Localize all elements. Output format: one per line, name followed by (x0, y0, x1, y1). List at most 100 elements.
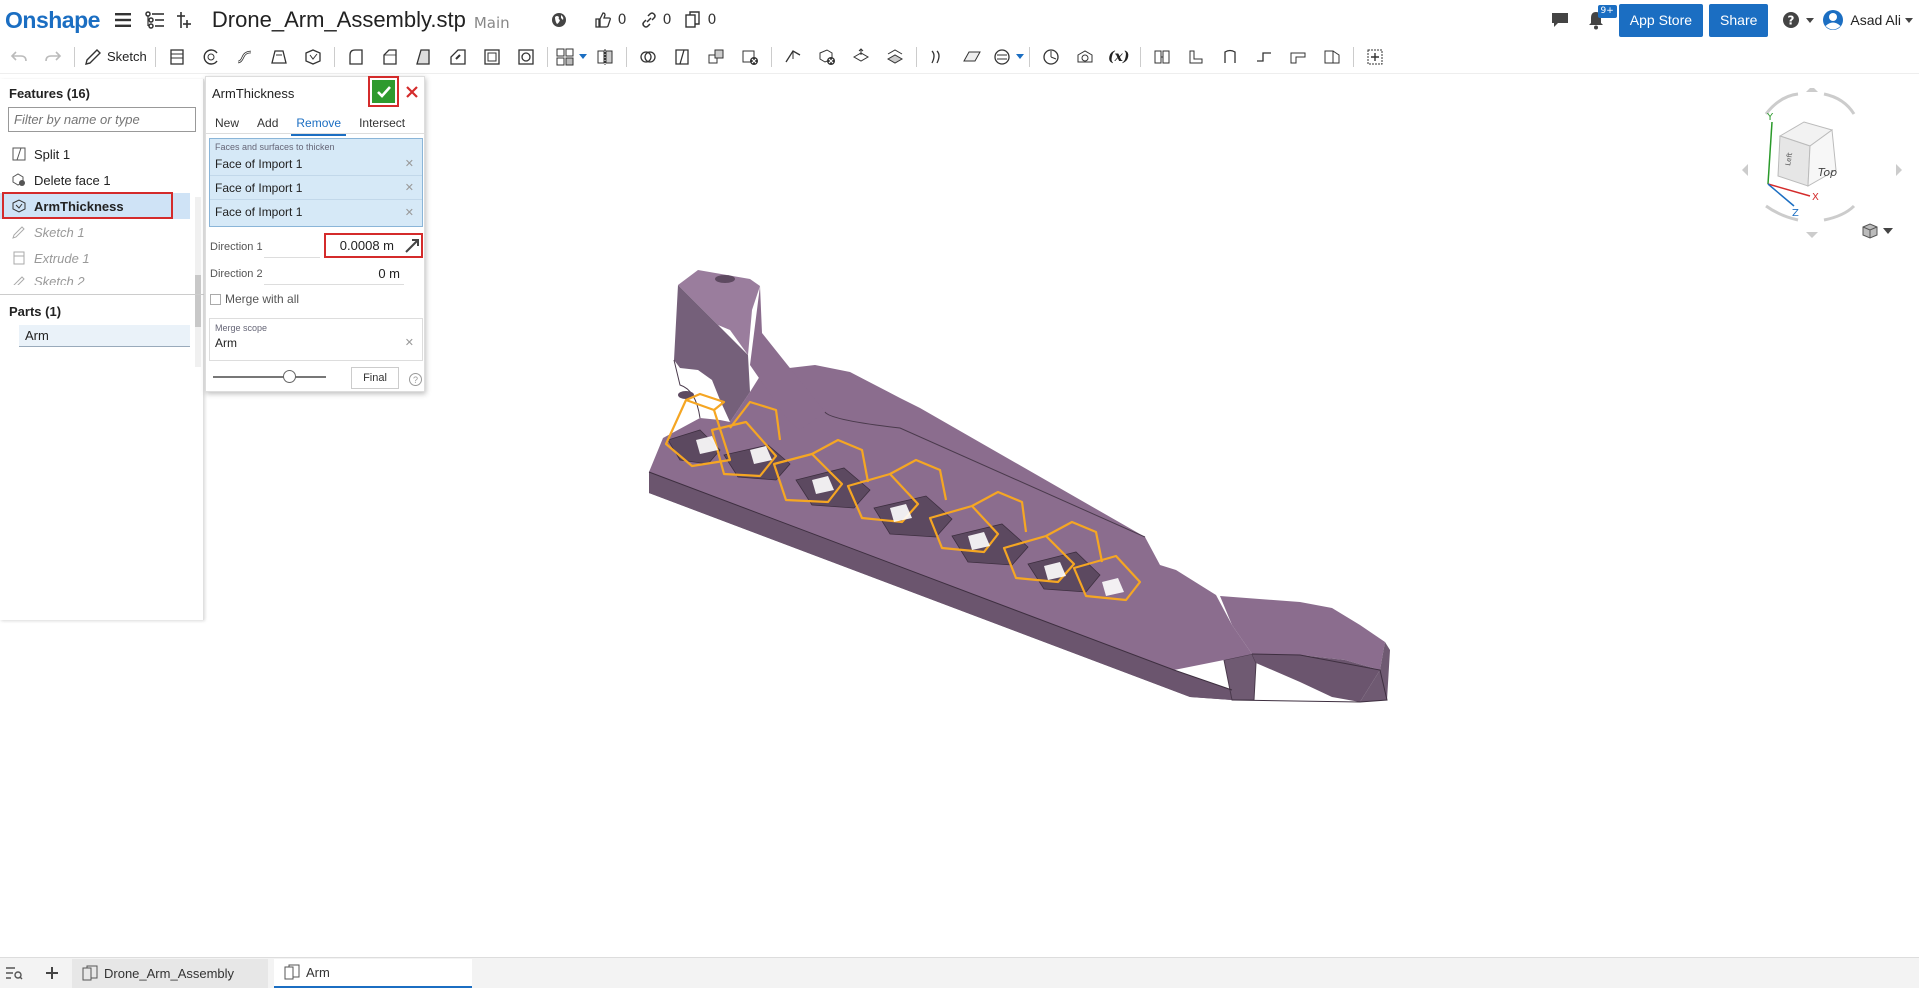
rotate-arrow-icon[interactable] (1823, 92, 1856, 115)
hem-icon[interactable] (1213, 43, 1247, 71)
user-dropdown-icon[interactable] (1901, 7, 1917, 33)
avatar[interactable] (1820, 7, 1846, 33)
remove-scope-icon[interactable]: ✕ (405, 336, 414, 350)
feature-item-armthickness[interactable]: ArmThickness (0, 192, 190, 219)
links-stat[interactable]: 0 (641, 12, 671, 28)
final-button[interactable]: Final (351, 367, 399, 389)
face-selection-item[interactable]: Face of Import 1 ✕ (210, 200, 422, 224)
mate-dropdown-icon[interactable] (1015, 43, 1025, 71)
faces-selection-box[interactable]: Faces and surfaces to thicken Face of Im… (209, 138, 423, 227)
app-store-button[interactable]: App Store (1618, 3, 1704, 37)
face-selection-item[interactable]: Face of Import 1 ✕ (210, 176, 422, 200)
tab-arm[interactable]: Arm (274, 958, 472, 988)
view-cube[interactable]: Top Left Y X Z (1740, 88, 1910, 238)
extrude-icon[interactable] (160, 43, 194, 71)
arm-part-3d-model[interactable] (600, 250, 1520, 720)
rib-icon[interactable] (441, 43, 475, 71)
feature-list-icon[interactable] (142, 7, 168, 33)
part-item-arm[interactable]: Arm (19, 325, 190, 347)
tab-icon[interactable] (1247, 43, 1281, 71)
transform-icon[interactable] (699, 43, 733, 71)
view-cube-top-label[interactable]: Top (1818, 166, 1837, 179)
bend-relief-icon[interactable] (1281, 43, 1315, 71)
remove-face-icon[interactable]: ✕ (405, 206, 414, 219)
notifications-icon[interactable]: 9+ (1583, 5, 1617, 33)
document-title[interactable]: Drone_Arm_Assembly.stp (212, 7, 466, 33)
share-button[interactable]: Share (1709, 3, 1769, 37)
menu-icon[interactable] (110, 7, 136, 33)
redo-icon[interactable] (36, 43, 70, 71)
pattern-dropdown-icon[interactable] (578, 43, 588, 71)
rollback-slider-handle[interactable] (283, 370, 296, 383)
mate-connector-icon[interactable] (989, 43, 1015, 71)
merge-checkbox[interactable] (210, 293, 221, 305)
remove-face-icon[interactable]: ✕ (405, 157, 414, 170)
thicken-icon[interactable] (296, 43, 330, 71)
remove-face-icon[interactable]: ✕ (405, 181, 414, 194)
dialog-title[interactable]: ArmThickness (212, 86, 294, 101)
feature-item-extrude-1[interactable]: Extrude 1 (0, 245, 190, 271)
feature-filter-input[interactable] (8, 107, 196, 132)
branch-label[interactable]: Main (474, 14, 510, 32)
offset-surface-icon[interactable] (921, 43, 955, 71)
modify-fillet-icon[interactable] (776, 43, 810, 71)
globe-icon[interactable] (546, 7, 572, 33)
likes-stat[interactable]: 0 (594, 11, 627, 29)
replace-face-icon[interactable] (878, 43, 912, 71)
flange-icon[interactable] (1179, 43, 1213, 71)
revolve-icon[interactable] (194, 43, 228, 71)
dialog-help-icon[interactable]: ? (409, 373, 422, 386)
delete-face-icon[interactable] (810, 43, 844, 71)
sketch-button[interactable]: Sketch (79, 43, 151, 71)
sheet-metal-icon[interactable] (1145, 43, 1179, 71)
loft-icon[interactable] (262, 43, 296, 71)
hole-icon[interactable] (509, 43, 543, 71)
pattern-icon[interactable] (552, 43, 578, 71)
rotate-right-icon[interactable] (1896, 164, 1902, 176)
undo-icon[interactable] (2, 43, 36, 71)
chamfer-icon[interactable] (373, 43, 407, 71)
move-face-icon[interactable] (844, 43, 878, 71)
feature-item-sketch-1[interactable]: Sketch 1 (0, 219, 190, 245)
draft-icon[interactable] (407, 43, 441, 71)
flip-direction-icon[interactable] (404, 237, 421, 254)
help-dropdown-icon[interactable] (1804, 7, 1816, 33)
comments-icon[interactable] (1547, 7, 1573, 33)
boolean-icon[interactable] (631, 43, 665, 71)
rotate-up-icon[interactable] (1806, 88, 1818, 92)
rotate-arrow-icon[interactable] (1764, 92, 1799, 115)
cancel-button[interactable] (403, 83, 421, 101)
rotate-down-icon[interactable] (1806, 232, 1818, 238)
copies-stat[interactable]: 0 (685, 11, 716, 29)
variable-icon[interactable]: (x) (1102, 43, 1136, 71)
tab-manager-icon[interactable] (0, 959, 28, 987)
merge-scope-box[interactable]: Merge scope Arm ✕ (209, 318, 423, 361)
sweep-icon[interactable] (228, 43, 262, 71)
merge-with-all-option[interactable]: Merge with all (210, 292, 299, 306)
onshape-logo[interactable]: Onshape (5, 7, 100, 34)
feature-item-split-1[interactable]: Split 1 (0, 141, 190, 167)
tab-drone-arm-assembly[interactable]: Drone_Arm_Assembly (72, 958, 268, 988)
add-custom-feature-icon[interactable] (1358, 43, 1392, 71)
fit-spline-icon[interactable] (1068, 43, 1102, 71)
rollback-slider[interactable] (213, 376, 326, 378)
add-tab-icon[interactable] (38, 959, 66, 987)
user-name[interactable]: Asad Ali (1850, 12, 1901, 28)
feature-item-sketch-2[interactable]: Sketch 2 (0, 271, 190, 285)
feature-item-delete-face-1[interactable]: Delete face 1 (0, 167, 190, 193)
helix-icon[interactable] (1034, 43, 1068, 71)
shell-icon[interactable] (475, 43, 509, 71)
direction-2-input[interactable]: 0 m (306, 266, 400, 281)
help-icon[interactable]: ? (1778, 7, 1804, 33)
split-icon[interactable] (665, 43, 699, 71)
rotate-left-icon[interactable] (1742, 164, 1748, 176)
plane-icon[interactable] (955, 43, 989, 71)
face-selection-item[interactable]: Face of Import 1 ✕ (210, 152, 422, 176)
delete-part-icon[interactable] (733, 43, 767, 71)
accept-button[interactable] (368, 76, 399, 107)
view-mode-button[interactable] (1861, 222, 1893, 240)
fillet-icon[interactable] (339, 43, 373, 71)
insert-icon[interactable] (172, 7, 198, 33)
unfold-icon[interactable] (1315, 43, 1349, 71)
mirror-icon[interactable] (588, 43, 622, 71)
